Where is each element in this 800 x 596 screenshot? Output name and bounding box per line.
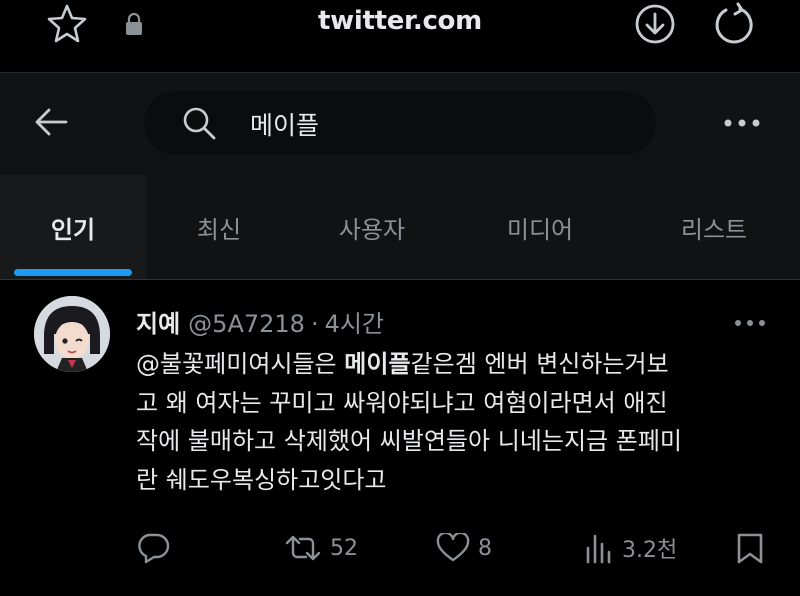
back-arrow-icon[interactable]	[34, 107, 68, 137]
avatar-image	[34, 296, 110, 372]
lock-icon	[126, 12, 142, 35]
tab-label: 리스트	[680, 215, 748, 244]
search-highlight: 메이플	[344, 350, 411, 378]
bookmark-icon	[737, 533, 763, 564]
tab-bar: 인기 최신 사용자 미디어 리스트	[0, 175, 800, 279]
search-icon	[183, 107, 216, 140]
divider	[0, 279, 800, 280]
retweet-count: 52	[330, 535, 358, 561]
tab-media[interactable]: 미디어	[452, 175, 628, 279]
tab-label: 인기	[50, 215, 96, 244]
tab-label: 사용자	[338, 215, 406, 244]
tab-lists[interactable]: 리스트	[628, 175, 800, 279]
tweet-time[interactable]: 4시간	[325, 310, 384, 338]
analytics-icon	[586, 534, 611, 564]
download-icon[interactable]	[633, 2, 677, 46]
tweet-more-icon[interactable]	[733, 318, 767, 328]
reply-button[interactable]	[136, 530, 178, 566]
url-text[interactable]: twitter.com	[318, 6, 482, 36]
retweet-icon	[285, 535, 321, 561]
tweet-text-segment: @불꽃페미여시들은	[136, 350, 345, 378]
views-button[interactable]: 3.2천	[584, 530, 677, 566]
tweet-text-segment: 같은겜 엔버 변신하는거보	[410, 350, 669, 378]
avatar[interactable]	[34, 296, 110, 372]
reload-icon[interactable]	[712, 2, 756, 46]
browser-bar: twitter.com	[0, 0, 800, 72]
retweet-button[interactable]: 52	[284, 530, 358, 566]
tab-label: 최신	[196, 215, 242, 244]
tweet-line: 작에 불매하고 삭제했어 씨발연들아 니네는지금 폰페미	[136, 427, 682, 455]
bookmark-button[interactable]	[736, 530, 764, 566]
separator: ·	[310, 310, 319, 338]
tab-popular[interactable]: 인기	[0, 175, 146, 279]
tweet-line: 고 왜 여자는 꾸미고 싸워야되냐고 여혐이라면서 애진	[136, 388, 668, 417]
view-count: 3.2천	[622, 538, 678, 563]
tweet-line: 란 쉐도우복싱하고잇다고	[136, 465, 387, 494]
star-icon[interactable]	[46, 2, 88, 44]
tweet-line: @불꽃페미여시들은 메이플같은겜 엔버 변신하는거보	[136, 345, 776, 384]
like-count: 8	[478, 535, 492, 561]
search-header: 메이플	[0, 73, 800, 175]
tweet-header: 지예 @5A7218 · 4시간	[136, 304, 384, 339]
like-button[interactable]: 8	[436, 530, 492, 566]
reply-icon	[138, 533, 170, 564]
tweet-text: @불꽃페미여시들은 메이플같은겜 엔버 변신하는거보 고 왜 여자는 꾸미고 싸…	[136, 345, 776, 499]
search-input[interactable]	[144, 91, 656, 155]
author-name[interactable]: 지예	[136, 310, 180, 338]
search-query[interactable]: 메이플	[250, 106, 319, 142]
tab-people[interactable]: 사용자	[292, 175, 452, 279]
author-handle[interactable]: @5A7218	[188, 310, 305, 338]
active-tab-indicator	[14, 269, 132, 276]
tab-latest[interactable]: 최신	[146, 175, 292, 279]
heart-icon	[436, 533, 470, 562]
tab-label: 미디어	[506, 215, 574, 244]
more-icon[interactable]	[722, 117, 762, 129]
